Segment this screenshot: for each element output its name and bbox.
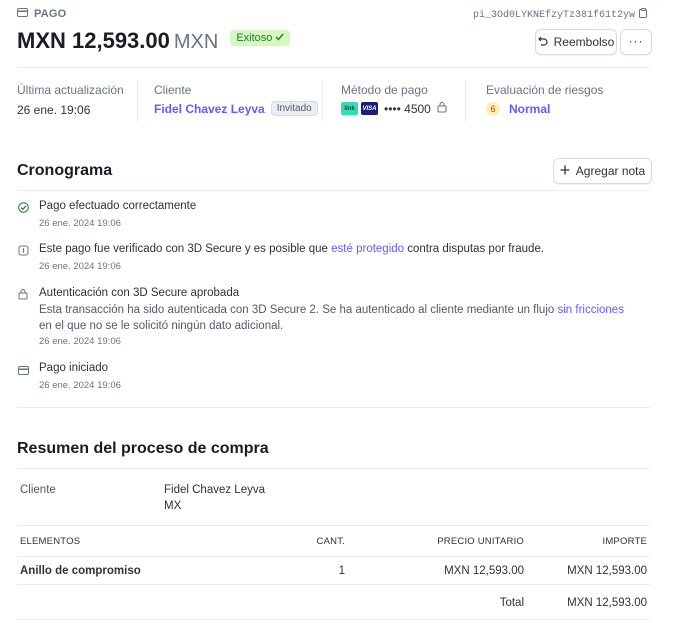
amount-row: MXN 12,593.00 MXN Exitoso (17, 28, 291, 54)
timeline-event-text: Este pago fue verificado con 3D Secure y… (39, 243, 332, 255)
protected-link[interactable]: esté protegido (331, 243, 404, 255)
timeline-title: Cronograma (17, 162, 113, 179)
section-label: PAGO (17, 8, 66, 20)
customer-label: Cliente (154, 83, 192, 97)
refund-button-label: Reembolso (553, 35, 615, 49)
summary-customer-name: Fidel Chavez Leyva (164, 484, 265, 496)
divider (17, 407, 650, 408)
timeline-event-time: 26 ene. 2024 19:06 (39, 380, 121, 391)
refund-arrow-icon (537, 35, 548, 49)
timeline-event-time: 26 ene. 2024 19:06 (39, 261, 121, 272)
risk-value[interactable]: 6 Normal (486, 102, 550, 116)
column-header-unit-price: PRECIO UNITARIO (437, 536, 524, 547)
timeline-event-title: Este pago fue verificado con 3D Secure y… (39, 243, 544, 255)
customer-value: Fidel Chavez Leyva Invitado (154, 101, 318, 116)
more-actions-button[interactable]: ··· (620, 29, 652, 55)
row-item: Anillo de compromiso (20, 565, 141, 577)
divider (17, 584, 650, 585)
timeline-event-time: 26 ene. 2024 19:06 (39, 336, 121, 347)
meta-separator (465, 80, 466, 122)
link-card-logo: link (341, 102, 358, 115)
payment-currency: MXN (173, 31, 219, 53)
risk-score: 6 (486, 102, 500, 116)
row-unit-price: MXN 12,593.00 (444, 565, 524, 577)
timeline-event-title: Autenticación con 3D Secure aprobada (39, 287, 240, 299)
divider (17, 525, 650, 526)
card-icon (17, 8, 28, 20)
card-icon (17, 364, 29, 376)
lock-icon (437, 101, 447, 116)
payment-id-text: pi_3Od0LYKNEfzyTz381f61t2yw (472, 9, 635, 21)
more-icon: ··· (628, 34, 644, 48)
payment-id[interactable]: pi_3Od0LYKNEfzyTz381f61t2yw (473, 8, 648, 22)
summary-title: Resumen del proceso de compra (17, 440, 269, 457)
meta-separator (322, 80, 323, 122)
divider (17, 67, 650, 68)
divider (17, 468, 650, 469)
copy-icon[interactable] (639, 8, 648, 22)
status-badge-text: Exitoso (236, 32, 273, 44)
plus-icon (560, 164, 570, 178)
summary-customer-label: Cliente (20, 484, 56, 496)
timeline-event-time: 26 ene. 2024 19:06 (39, 218, 121, 229)
risk-label: Evaluación de riesgos (486, 83, 604, 97)
lock-icon (17, 288, 29, 300)
shield-info-icon (17, 244, 29, 256)
timeline-event-body: Esta transacción ha sido autenticada con… (39, 302, 639, 334)
divider (17, 619, 650, 620)
timeline-event-title: Pago iniciado (39, 362, 109, 374)
column-header-items: ELEMENTOS (20, 536, 81, 547)
visa-card-logo: VISA (361, 102, 378, 115)
timeline-event-text: en el que no se le solicitó ningún dato … (39, 320, 284, 332)
total-label: Total (499, 597, 524, 609)
frictionless-link[interactable]: sin fricciones (557, 304, 623, 316)
divider (17, 556, 650, 557)
guest-badge: Invitado (270, 101, 318, 116)
meta-separator (137, 80, 138, 122)
customer-link[interactable]: Fidel Chavez Leyva (154, 102, 265, 116)
add-note-button[interactable]: Agregar nota (553, 158, 652, 184)
divider (17, 190, 650, 191)
payment-amount: MXN 12,593.00 (17, 28, 170, 53)
updated-value: 26 ene. 19:06 (17, 103, 91, 117)
check-icon (275, 32, 284, 44)
column-header-amount: IMPORTE (602, 536, 647, 547)
payment-method-value: link VISA •••• 4500 (341, 101, 447, 116)
summary-customer-country: MX (164, 500, 182, 512)
risk-level[interactable]: Normal (509, 102, 550, 116)
timeline-event-title: Pago efectuado correctamente (39, 200, 197, 212)
row-amount: MXN 12,593.00 (567, 565, 647, 577)
refund-button[interactable]: Reembolso (535, 29, 617, 55)
row-qty: 1 (338, 565, 345, 577)
payment-method-label: Método de pago (341, 83, 428, 97)
card-last4: •••• 4500 (384, 101, 431, 116)
updated-label: Última actualización (17, 83, 124, 97)
add-note-label: Agregar nota (575, 164, 646, 178)
timeline-event-text: contra disputas por fraude. (404, 243, 545, 255)
check-circle-icon (17, 201, 29, 213)
section-label-text: PAGO (34, 8, 67, 20)
column-header-qty: CANT. (316, 536, 345, 547)
status-badge: Exitoso (230, 30, 291, 46)
timeline-event-text: Esta transacción ha sido autenticada con… (39, 304, 558, 316)
total-value: MXN 12,593.00 (567, 597, 647, 609)
